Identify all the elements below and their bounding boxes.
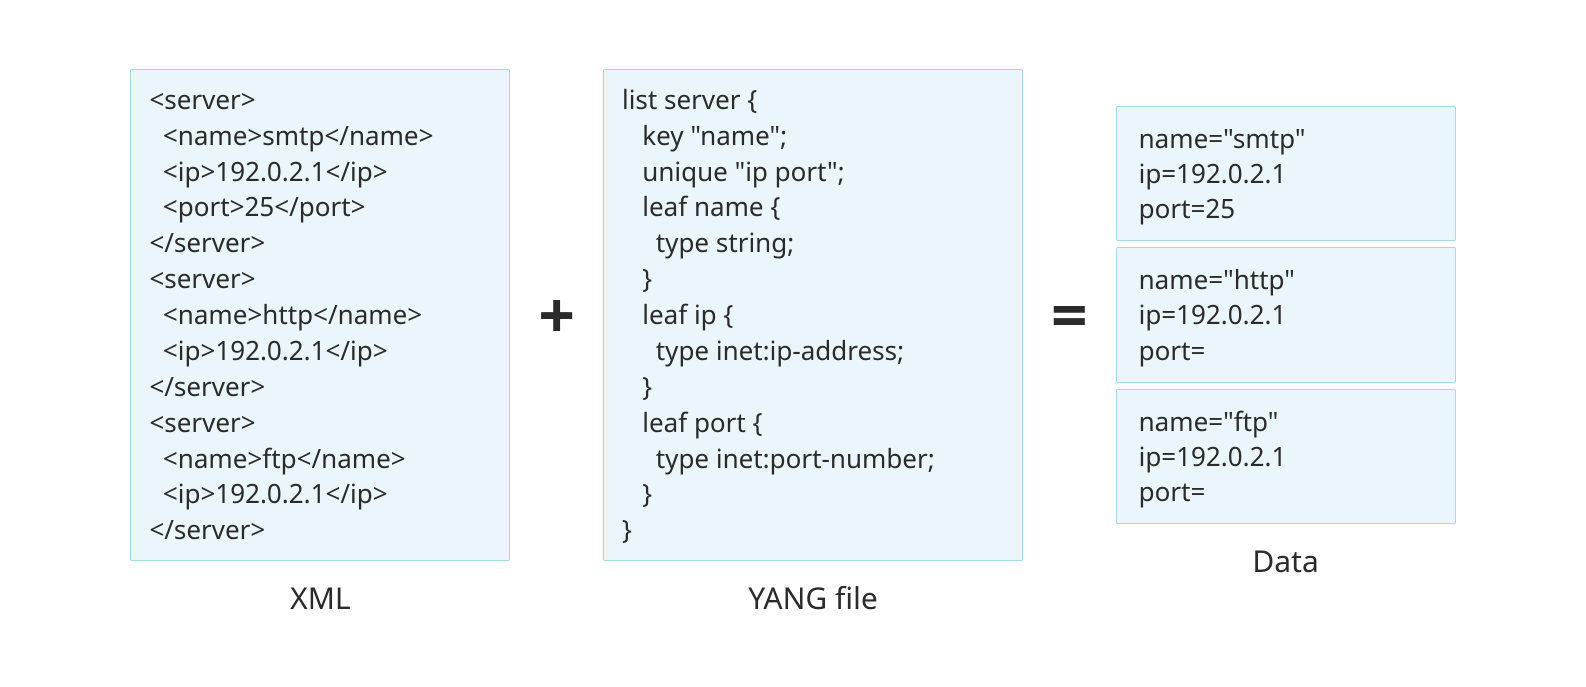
data-entry-box: name="ftp" ip=192.0.2.1 port= <box>1116 389 1456 524</box>
xml-code: <server> <name>smtp</name> <ip>192.0.2.1… <box>131 70 509 560</box>
data-entry: name="ftp" ip=192.0.2.1 port= <box>1117 390 1455 523</box>
yang-column: list server { key "name"; unique "ip por… <box>603 69 1023 618</box>
diagram-stage: <server> <name>smtp</name> <ip>192.0.2.1… <box>0 0 1586 687</box>
data-caption: Data <box>1252 540 1318 581</box>
equals-operator: = <box>1051 282 1088 346</box>
xml-caption: XML <box>290 577 351 618</box>
data-stack: name="smtp" ip=192.0.2.1 port=25 name="h… <box>1116 106 1456 524</box>
xml-column: <server> <name>smtp</name> <ip>192.0.2.1… <box>130 69 510 618</box>
xml-code-box: <server> <name>smtp</name> <ip>192.0.2.1… <box>130 69 510 561</box>
yang-code: list server { key "name"; unique "ip por… <box>604 70 1022 560</box>
plus-operator: + <box>538 282 575 346</box>
data-entry-box: name="smtp" ip=192.0.2.1 port=25 <box>1116 106 1456 241</box>
data-column: name="smtp" ip=192.0.2.1 port=25 name="h… <box>1116 106 1456 581</box>
yang-caption: YANG file <box>748 577 878 618</box>
yang-code-box: list server { key "name"; unique "ip por… <box>603 69 1023 561</box>
data-entry: name="smtp" ip=192.0.2.1 port=25 <box>1117 107 1455 240</box>
data-entry-box: name="http" ip=192.0.2.1 port= <box>1116 247 1456 382</box>
data-entry: name="http" ip=192.0.2.1 port= <box>1117 248 1455 381</box>
